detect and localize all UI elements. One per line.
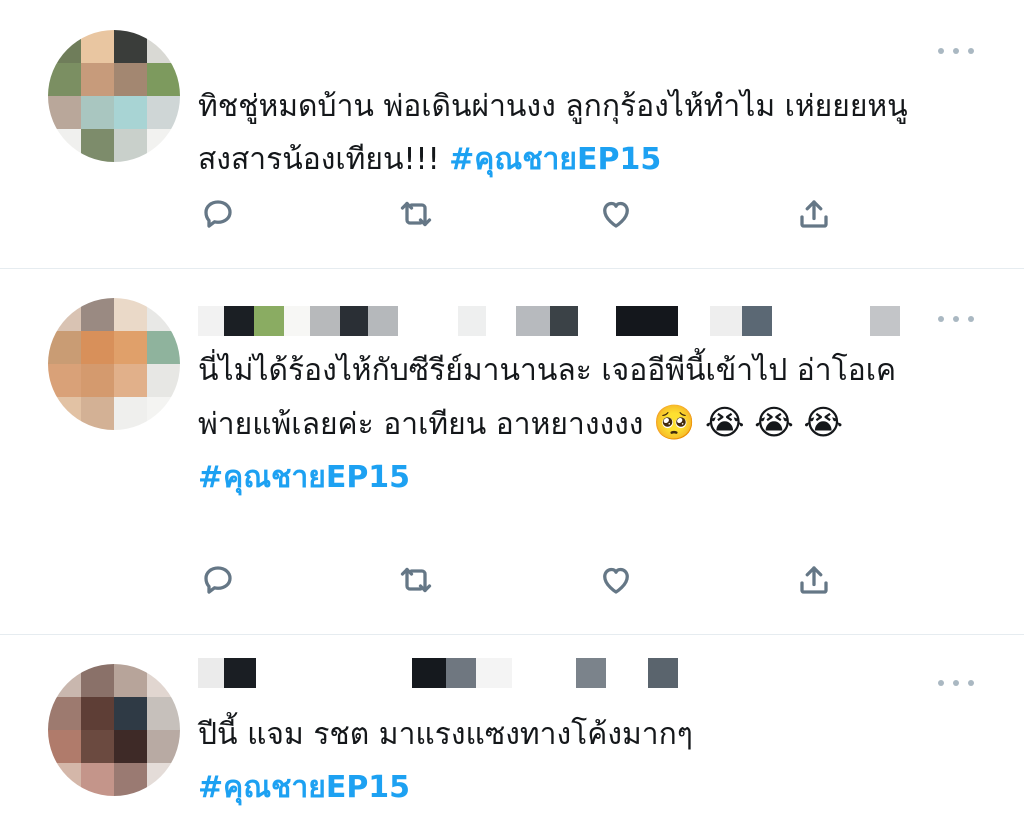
action-bar — [198, 196, 838, 236]
reply-icon[interactable] — [200, 196, 240, 236]
reply-icon[interactable] — [200, 562, 240, 602]
share-icon[interactable] — [796, 562, 836, 602]
crying-face-emoji: 😭 — [754, 403, 794, 443]
retweet-icon[interactable] — [398, 196, 438, 236]
tweet-text: ปีนี้ แจม รชต มาแรงแซงทางโค้งมากๆ #คุณชา… — [198, 708, 958, 814]
crying-face-emoji: 😭 — [704, 403, 745, 443]
avatar[interactable] — [48, 30, 180, 162]
tweet-text: นี่ไม่ได้ร้องไห้กับซีรีย์มานานละ เจออีพี… — [198, 344, 958, 504]
more-dots-icon[interactable] — [938, 676, 974, 690]
crying-face-emoji: 😭 — [803, 403, 844, 443]
pleading-face-emoji: 🥺 — [652, 403, 696, 443]
share-icon[interactable] — [796, 196, 836, 236]
more-dots-icon[interactable] — [938, 44, 974, 58]
blurred-username — [198, 304, 900, 338]
hashtag-link[interactable]: #คุณชายEP15 — [198, 770, 410, 805]
tweet-2[interactable]: นี่ไม่ได้ร้องไห้กับซีรีย์มานานละ เจออีพี… — [0, 268, 1024, 635]
tweet-body: ปีนี้ แจม รชต มาแรงแซงทางโค้งมากๆ — [198, 717, 693, 752]
retweet-icon[interactable] — [398, 562, 438, 602]
avatar[interactable] — [48, 664, 180, 796]
heart-icon[interactable] — [598, 196, 638, 236]
hashtag-link[interactable]: #คุณชายEP15 — [449, 142, 661, 177]
hashtag-link[interactable]: #คุณชายEP15 — [198, 460, 410, 495]
heart-icon[interactable] — [598, 562, 638, 602]
action-bar — [198, 562, 838, 602]
avatar[interactable] — [48, 298, 180, 430]
tweet-3[interactable]: ปีนี้ แจม รชต มาแรงแซงทางโค้งมากๆ #คุณชา… — [0, 634, 1024, 816]
tweet-1[interactable]: ทิชชู่หมดบ้าน พ่อเดินผ่านงง ลูกกุร้องไห้… — [0, 0, 1024, 269]
more-dots-icon[interactable] — [938, 312, 974, 326]
tweet-text: ทิชชู่หมดบ้าน พ่อเดินผ่านงง ลูกกุร้องไห้… — [198, 80, 958, 186]
blurred-username — [198, 656, 678, 690]
